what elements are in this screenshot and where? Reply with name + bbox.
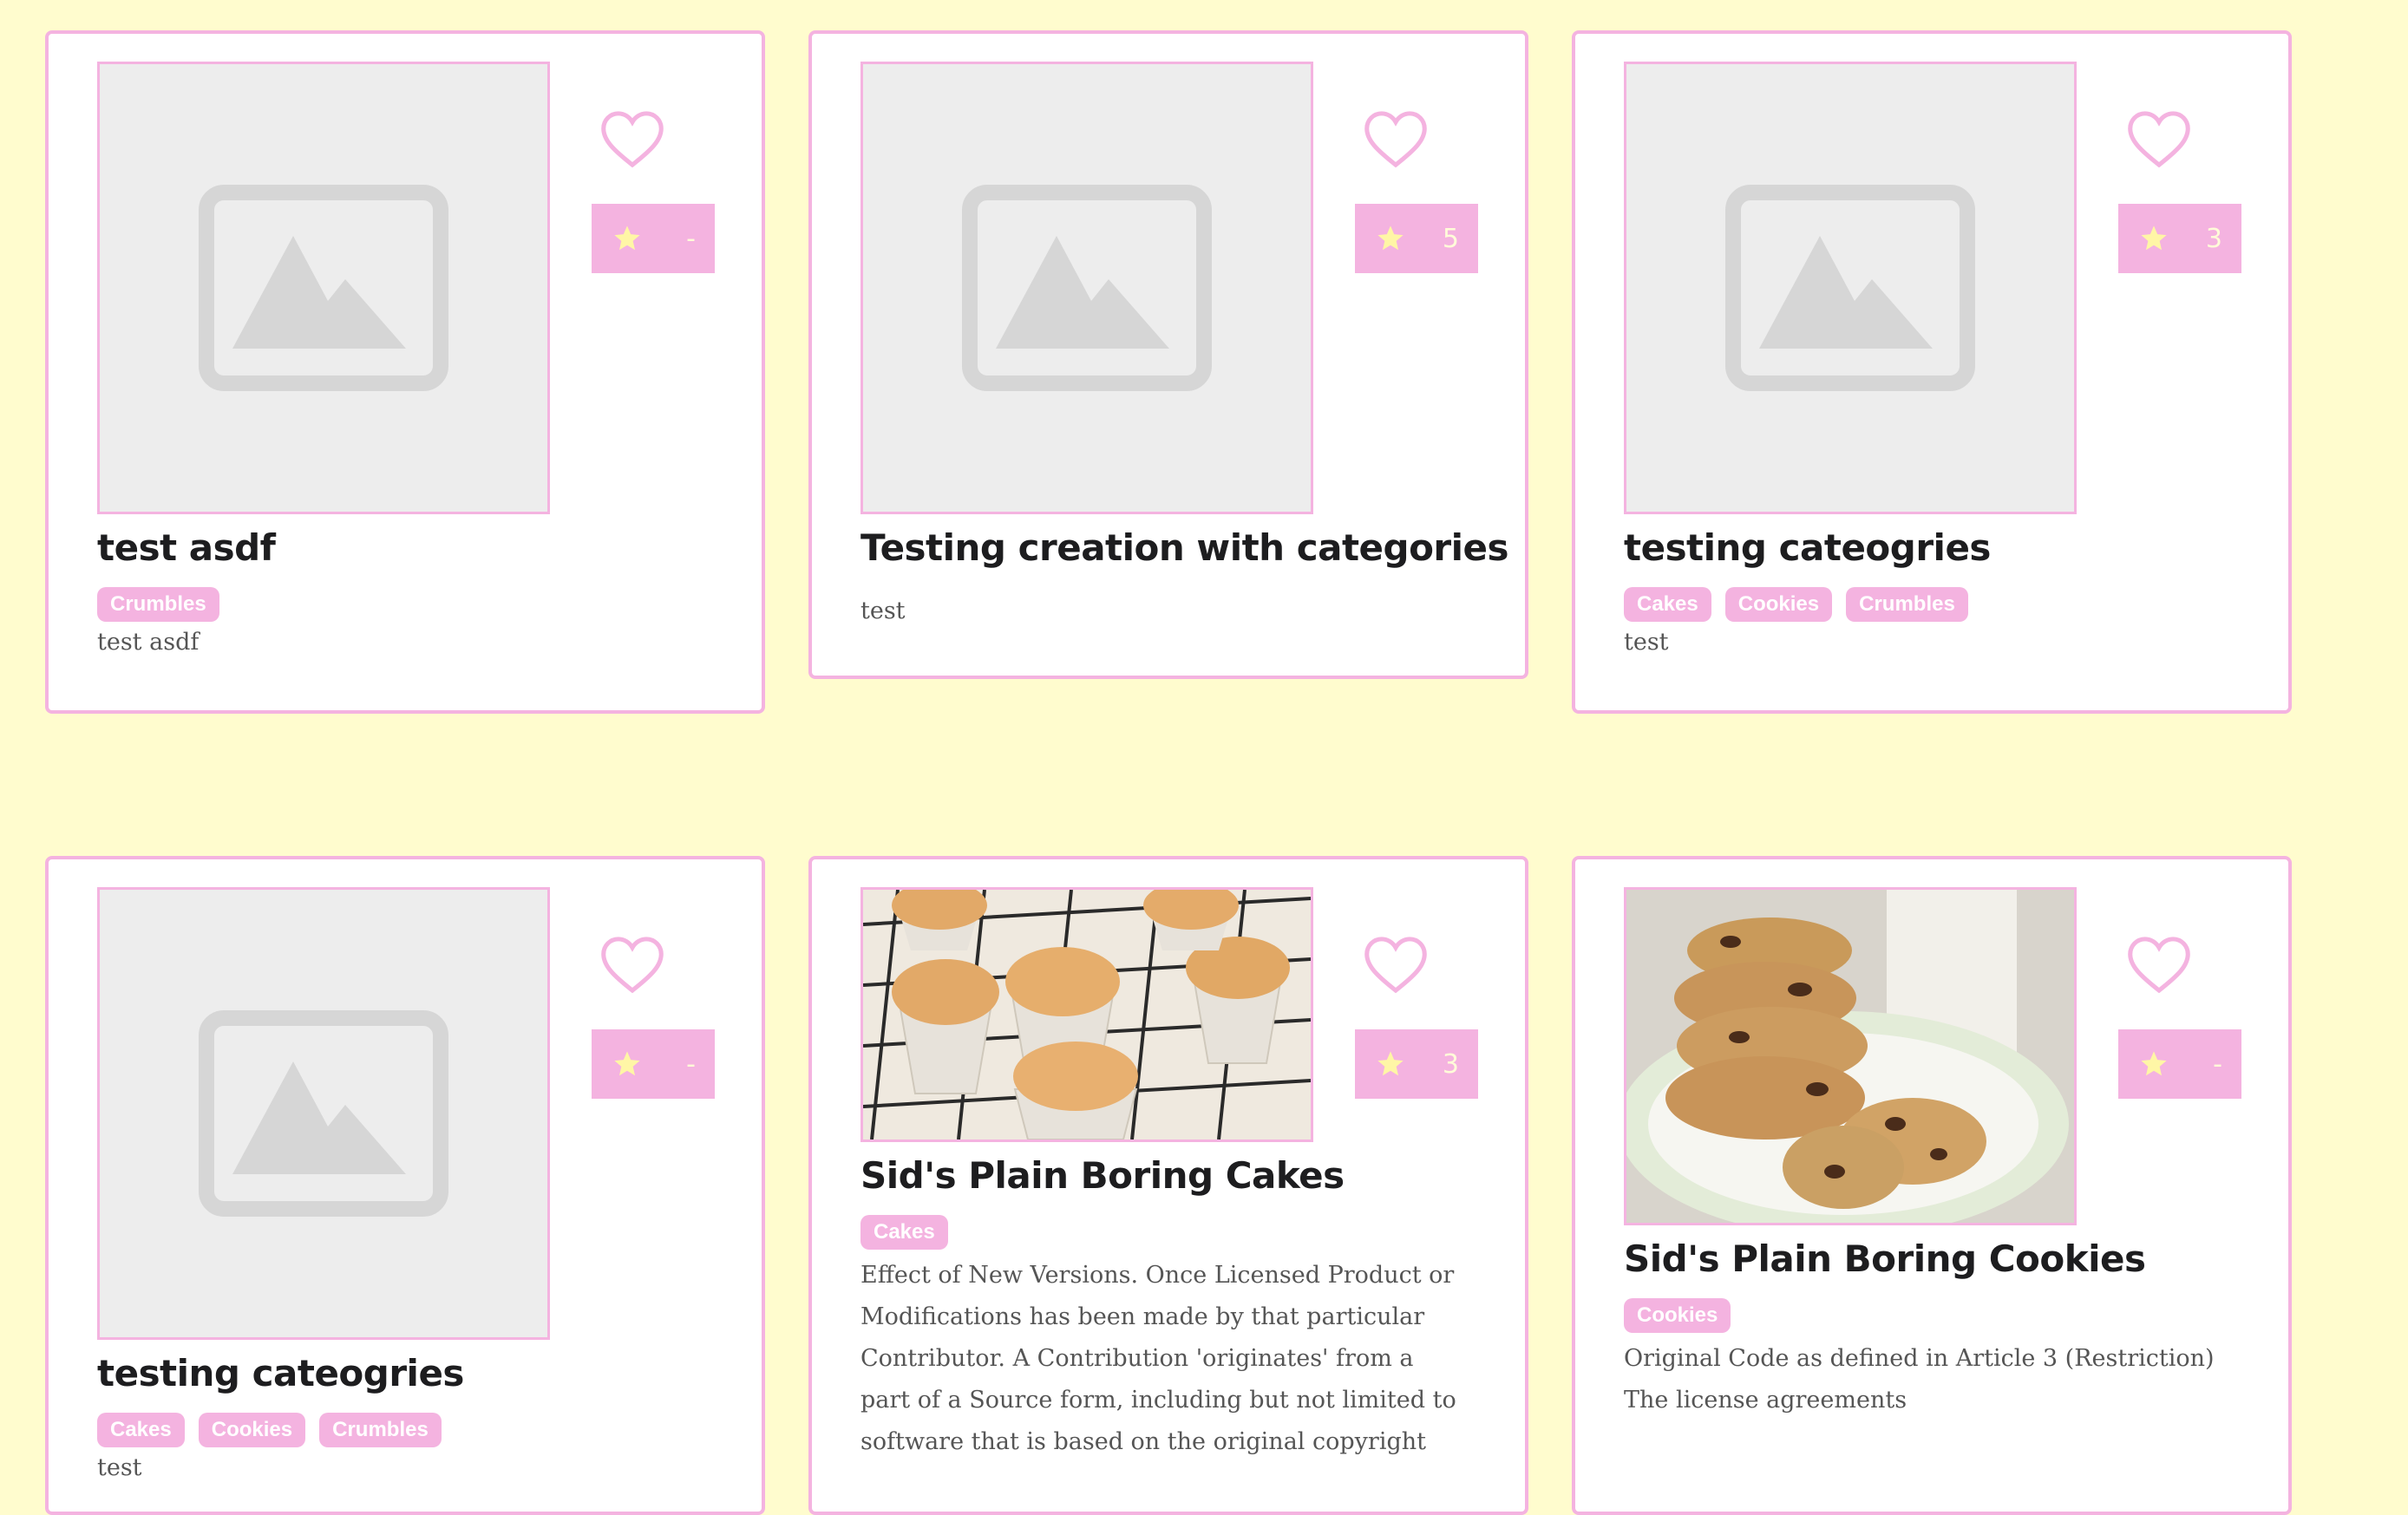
recipe-description: Effect of New Versions. Once Licensed Pr…	[860, 1262, 1456, 1455]
category-tag[interactable]: Cakes	[860, 1215, 948, 1250]
recipe-title[interactable]: Sid's Plain Boring Cakes	[860, 1151, 1476, 1201]
recipe-card[interactable]: - test asdf Crumbles test asdf	[45, 30, 765, 714]
recipe-card[interactable]: - Sid's Plain Boring Cookies Cookies Ori…	[1572, 856, 2292, 1515]
recipe-title[interactable]: testing cateogries	[97, 1348, 713, 1399]
image-placeholder-icon	[199, 185, 448, 391]
category-tag[interactable]: Crumbles	[319, 1413, 442, 1447]
favorite-heart-icon[interactable]	[597, 929, 668, 1000]
category-tag[interactable]: Cookies	[198, 1413, 306, 1447]
recipe-card[interactable]: - testing cateogries Cakes Cookies Crumb…	[45, 856, 765, 1515]
recipe-description: test asdf	[97, 629, 200, 656]
recipe-title[interactable]: Testing creation with categories	[860, 523, 1509, 573]
category-tag[interactable]: Cakes	[97, 1413, 185, 1447]
rating-button[interactable]: 5	[1355, 204, 1478, 273]
rating-button[interactable]: 3	[2118, 204, 2241, 273]
recipe-description: test	[97, 1454, 142, 1481]
rating-button[interactable]: -	[2118, 1029, 2241, 1099]
category-tag[interactable]: Crumbles	[1846, 587, 1968, 622]
image-placeholder[interactable]	[97, 62, 550, 514]
image-placeholder-icon	[962, 185, 1212, 391]
category-tag[interactable]: Cakes	[1624, 587, 1711, 622]
rating-value: 5	[1442, 223, 1459, 254]
favorite-heart-icon[interactable]	[2123, 929, 2195, 1000]
recipe-description: test	[1624, 629, 1669, 656]
recipe-image[interactable]	[860, 887, 1313, 1142]
recipe-title[interactable]: Sid's Plain Boring Cookies	[1624, 1234, 2240, 1284]
cookies-image	[1626, 890, 2074, 1223]
star-icon	[2141, 225, 2167, 251]
star-icon	[1377, 1051, 1404, 1076]
recipe-description: test	[860, 598, 906, 624]
recipe-description: Original Code as defined in Article 3 (R…	[1624, 1345, 2215, 1414]
image-placeholder-icon	[199, 1010, 448, 1217]
rating-value: -	[686, 223, 696, 254]
recipe-card[interactable]: 3 Sid's Plain Boring Cakes Cakes Effect …	[808, 856, 1528, 1515]
recipe-title[interactable]: test asdf	[97, 523, 713, 573]
rating-button[interactable]: -	[592, 1029, 715, 1099]
rating-value: -	[2213, 1048, 2222, 1080]
rating-value: -	[686, 1048, 696, 1080]
favorite-heart-icon[interactable]	[597, 103, 668, 174]
category-tag[interactable]: Crumbles	[97, 587, 219, 622]
recipe-card[interactable]: 5 Testing creation with categories test	[808, 30, 1528, 679]
rating-value: 3	[1442, 1048, 1459, 1080]
star-icon	[614, 225, 640, 251]
recipe-image[interactable]	[1624, 887, 2077, 1225]
favorite-heart-icon[interactable]	[1360, 103, 1431, 174]
image-placeholder-icon	[1725, 185, 1975, 391]
category-tag[interactable]: Cookies	[1624, 1298, 1731, 1333]
recipe-card[interactable]: 3 testing cateogries Cakes Cookies Crumb…	[1572, 30, 2292, 714]
image-placeholder[interactable]	[1624, 62, 2077, 514]
star-icon	[614, 1051, 640, 1076]
rating-button[interactable]: -	[592, 204, 715, 273]
image-placeholder[interactable]	[97, 887, 550, 1340]
favorite-heart-icon[interactable]	[1360, 929, 1431, 1000]
star-icon	[2141, 1051, 2167, 1076]
category-tag[interactable]: Cookies	[1724, 587, 1833, 622]
rating-button[interactable]: 3	[1355, 1029, 1478, 1099]
star-icon	[1377, 225, 1404, 251]
rating-value: 3	[2205, 223, 2222, 254]
favorite-heart-icon[interactable]	[2123, 103, 2195, 174]
cupcakes-image	[863, 890, 1311, 1140]
recipe-title[interactable]: testing cateogries	[1624, 523, 2240, 573]
image-placeholder[interactable]	[860, 62, 1313, 514]
